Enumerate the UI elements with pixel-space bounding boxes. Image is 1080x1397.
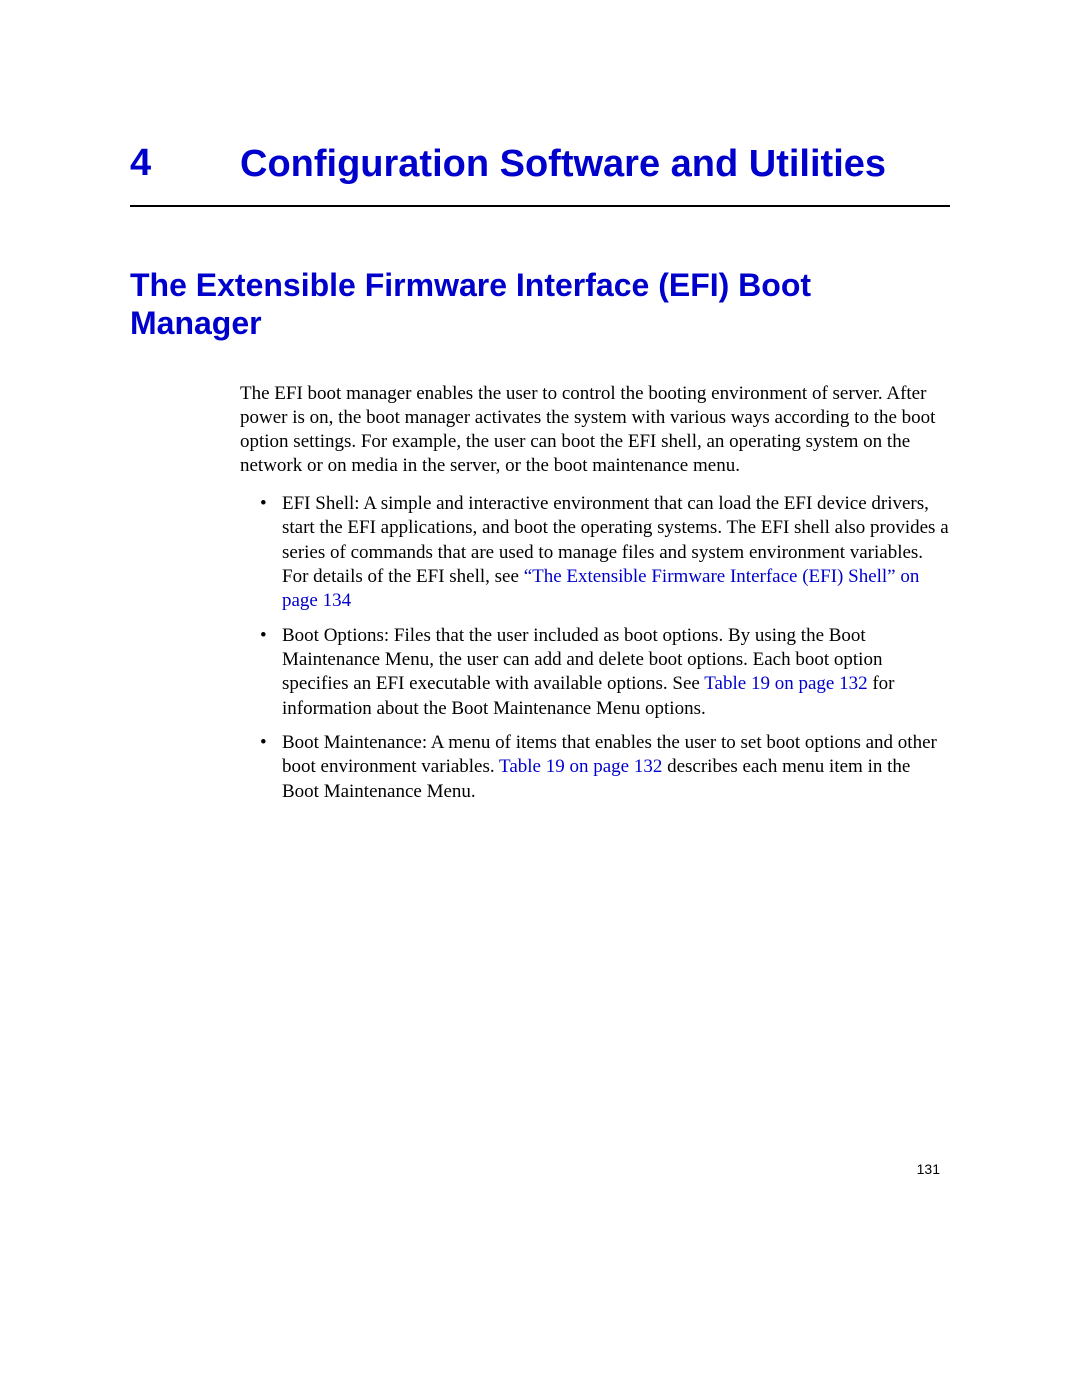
list-item: Boot Options: Files that the user includ… — [282, 624, 950, 721]
section-intro: The EFI boot manager enables the user to… — [240, 382, 950, 478]
list-item: Boot Maintenance: A menu of items that e… — [282, 731, 950, 804]
section-title: The Extensible Firmware Interface (EFI) … — [130, 267, 950, 343]
cross-reference-link[interactable]: Table 19 on page 132 — [499, 756, 662, 777]
page-content: 4 Configuration Software and Utilities T… — [0, 0, 1080, 804]
chapter-number: 4 — [130, 142, 240, 185]
chapter-title: Configuration Software and Utilities — [240, 142, 886, 187]
chapter-header: 4 Configuration Software and Utilities — [130, 142, 950, 207]
bullet-list: EFI Shell: A simple and interactive envi… — [240, 492, 950, 804]
cross-reference-link[interactable]: Table 19 on page 132 — [704, 673, 867, 694]
page-number: 131 — [917, 1161, 940, 1177]
list-item: EFI Shell: A simple and interactive envi… — [282, 492, 950, 614]
